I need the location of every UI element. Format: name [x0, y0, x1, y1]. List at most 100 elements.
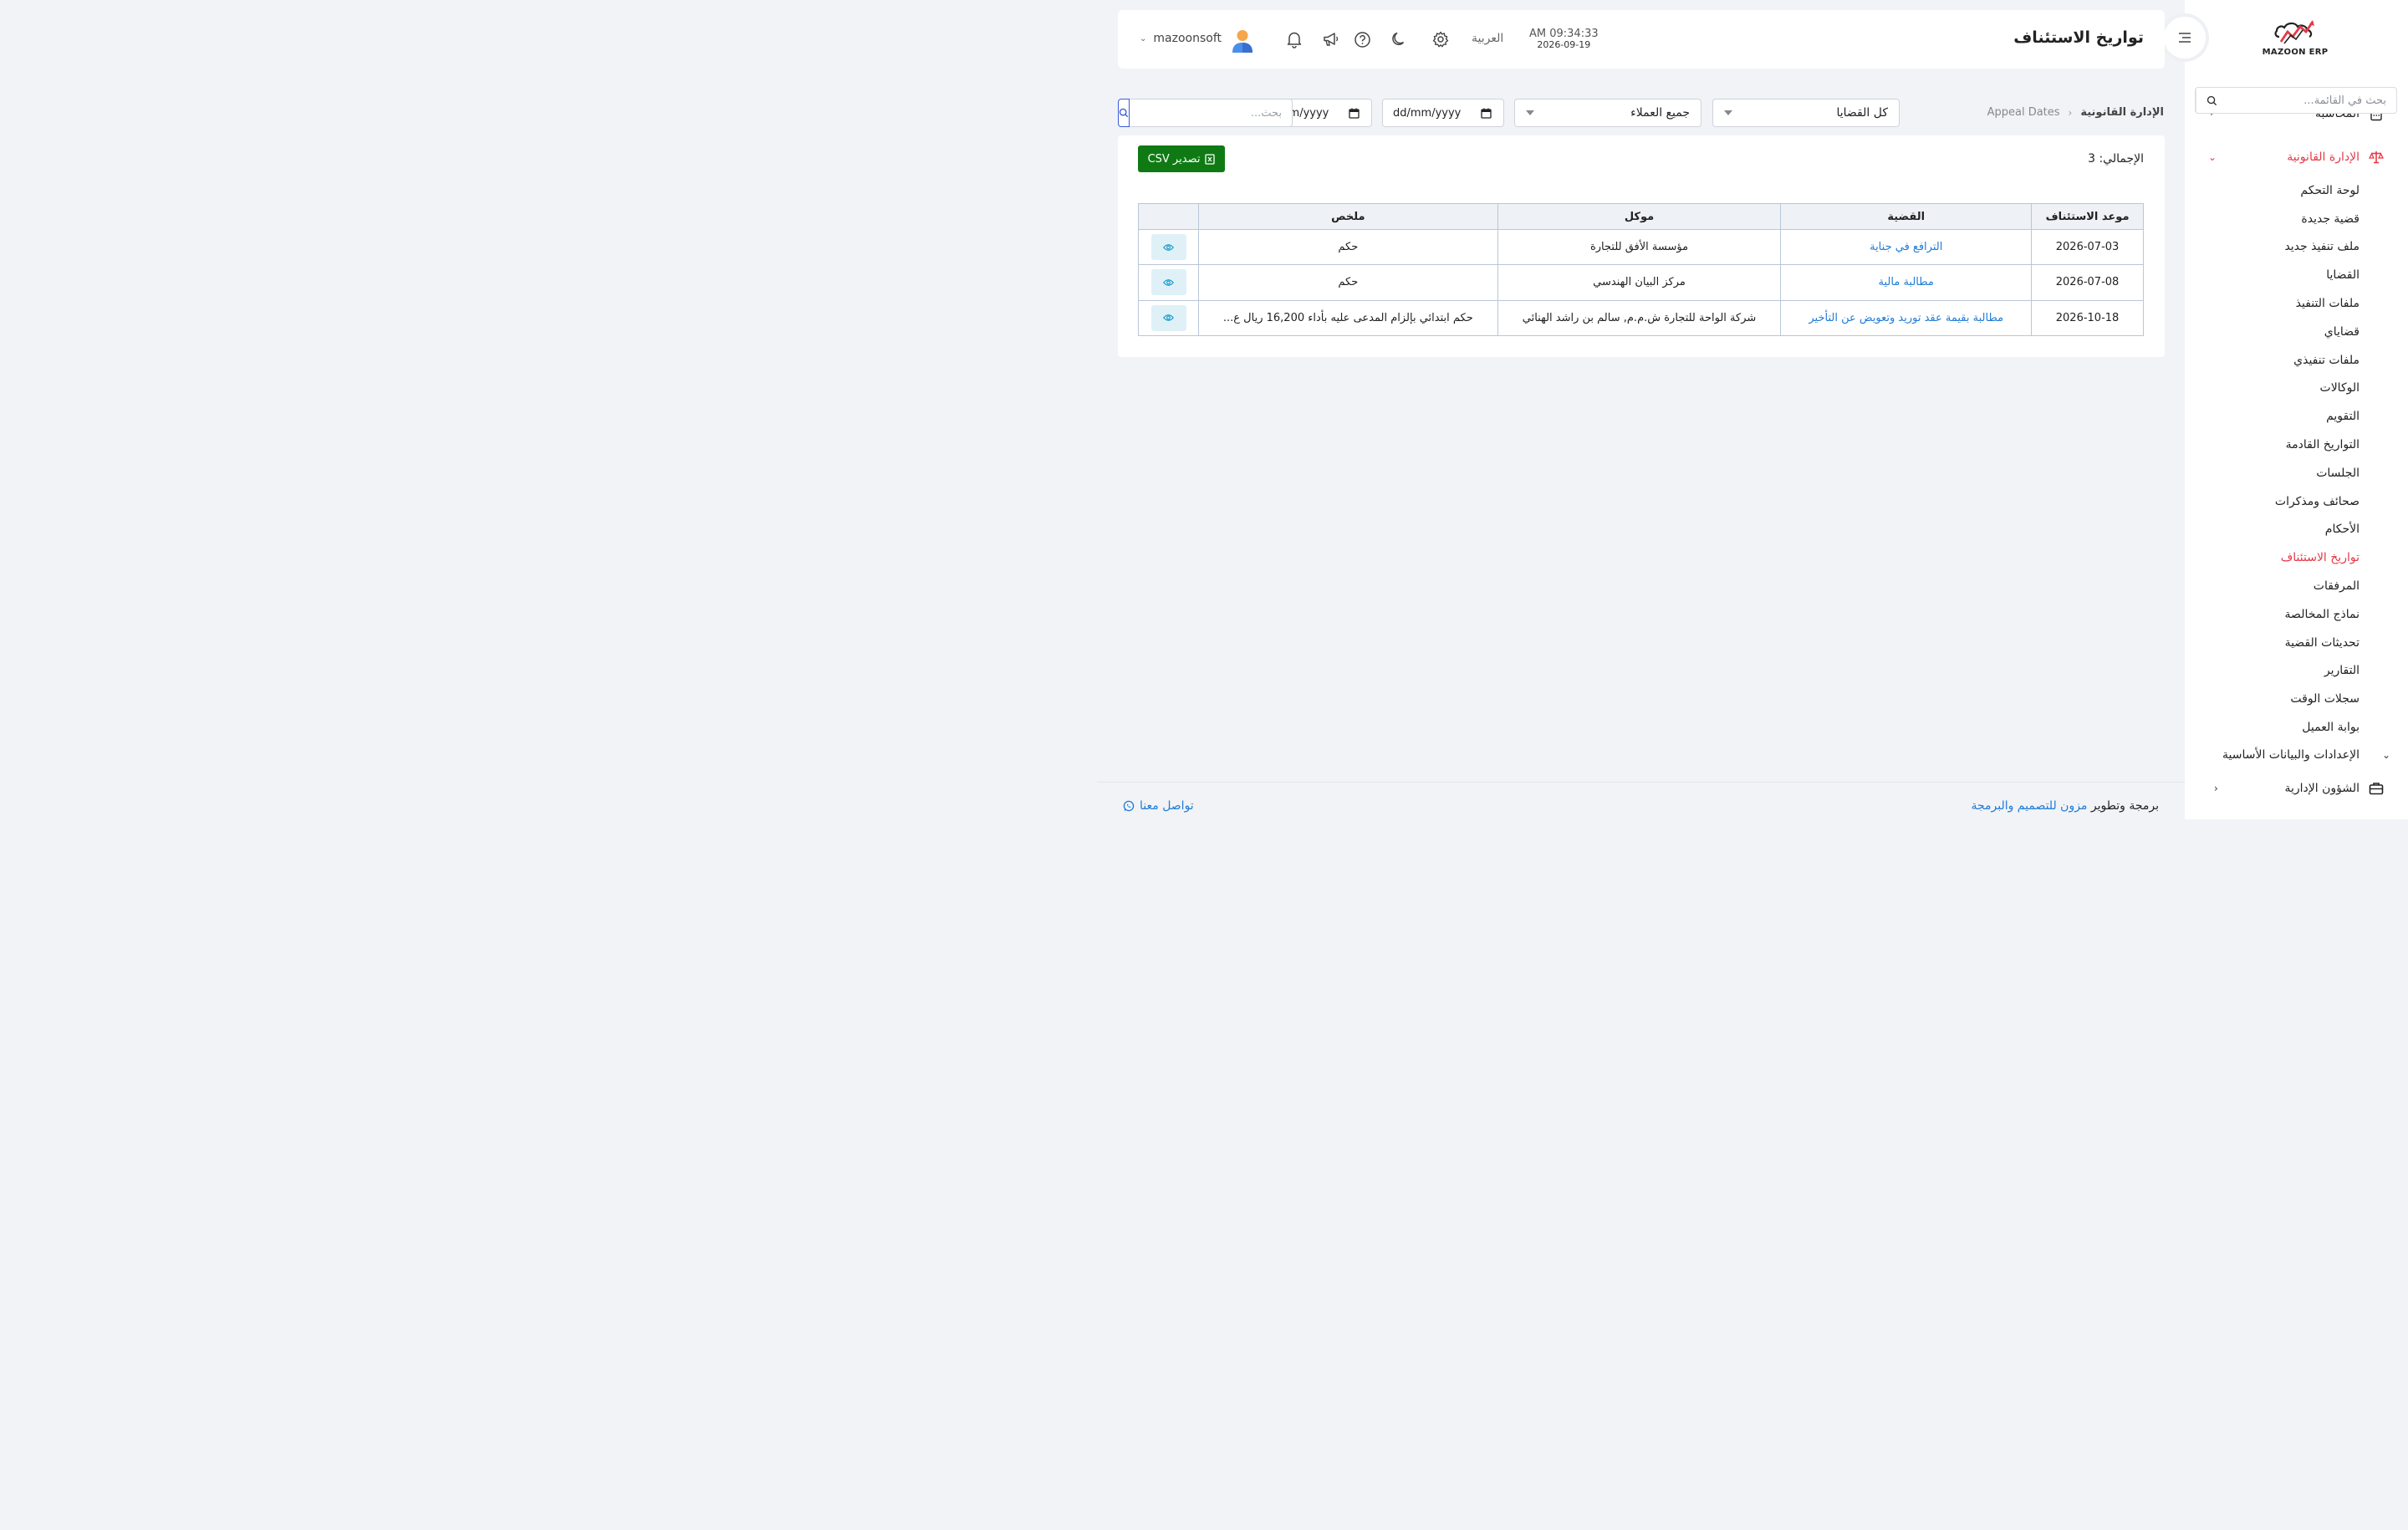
top-header: تواريخ الاستئناف AM 09:34:33 2026-09-19 …: [1118, 10, 2165, 69]
sidebar-subitem[interactable]: التواريخ القادمة: [2185, 431, 2408, 459]
logo-icon: [2274, 20, 2314, 44]
sidebar-group-legal[interactable]: الإدارة القانونية ⌄: [2185, 147, 2408, 167]
client-cell: مؤسسة الأفق للتجارة: [1497, 228, 1782, 266]
case-cell: الترافع في جناية: [1780, 228, 2033, 266]
sidebar-subitem[interactable]: صحائف ومذكرات: [2185, 487, 2408, 516]
summary-cell: حكم: [1198, 228, 1498, 266]
sidebar-item-label: المحاسبة: [2314, 114, 2360, 120]
appeal-date-cell: 2026-07-08: [2031, 264, 2144, 301]
sidebar-subitem[interactable]: قضاياي: [2185, 318, 2408, 346]
breadcrumb-current: Appeal Dates: [1987, 106, 2060, 119]
clients-select[interactable]: جميع العملاء: [1514, 99, 1701, 127]
avatar[interactable]: [1231, 28, 1254, 54]
eye-icon: [1163, 279, 1174, 286]
search-button[interactable]: [1118, 99, 1130, 127]
sidebar-group-settings[interactable]: الإعدادات والبيانات الأساسية ⌄: [2185, 745, 2408, 765]
column-header[interactable]: ملخص: [1198, 203, 1498, 230]
chevron-down-icon: ⌄: [2382, 749, 2391, 761]
logo-text: MAZOON ERP: [2262, 48, 2329, 57]
megaphone-icon[interactable]: [1321, 29, 1341, 49]
sidebar-subitem[interactable]: ملف تنفيذ جديد: [2185, 233, 2408, 262]
actions-cell: [1138, 299, 1199, 336]
calculator-icon: [2369, 114, 2384, 122]
sidebar-subitem[interactable]: التقويم: [2185, 402, 2408, 431]
footer-credit-prefix: برمجة وتطوير: [2090, 799, 2159, 813]
date-to-input[interactable]: dd/mm/yyyy: [1382, 99, 1504, 127]
user-menu[interactable]: ⌄ mazoonsoft: [1140, 32, 1222, 45]
sidebar-search-input[interactable]: [2227, 94, 2396, 107]
eye-icon: [1163, 243, 1174, 251]
total-count: الإجمالي: 3: [2088, 152, 2144, 166]
sidebar-item-accounting[interactable]: المحاسبة ‹: [2185, 114, 2408, 127]
column-header[interactable]: القضية: [1780, 203, 2033, 230]
sidebar-subitem[interactable]: القضايا: [2185, 261, 2408, 289]
username: mazoonsoft: [1153, 32, 1222, 45]
table-body: 2026-07-03 الترافع في جناية مؤسسة الأفق لل…: [1138, 228, 2144, 336]
table-row: 2026-10-18 مطالبة بقيمة عقد توريد وتعويض …: [1138, 299, 2144, 336]
search-icon: [1119, 108, 1129, 118]
appeal-date-cell: 2026-10-18: [2031, 299, 2144, 336]
search-input[interactable]: [1130, 99, 1293, 127]
appeal-date-cell: 2026-07-03: [2031, 228, 2144, 266]
sidebar-subitem[interactable]: ملفات التنفيذ: [2185, 289, 2408, 318]
sidebar-toggle-button[interactable]: [2164, 17, 2206, 59]
sidebar-subitem[interactable]: التقارير: [2185, 657, 2408, 686]
sidebar-subitem[interactable]: ملفات تنفيذي: [2185, 346, 2408, 375]
page-title: تواريخ الاستئناف: [2013, 28, 2144, 47]
view-button[interactable]: [1150, 304, 1186, 331]
breadcrumb-parent[interactable]: الإدارة القانونية: [2080, 106, 2164, 119]
column-header[interactable]: موعد الاستئناف: [2031, 203, 2144, 230]
sidebar-subitem[interactable]: تحديثات القضية: [2185, 629, 2408, 657]
sidebar-group-label: الإعدادات والبيانات الأساسية: [2222, 748, 2360, 762]
table-header-row: موعد الاستئناف القضية موكل ملخص: [1138, 203, 2144, 230]
case-link[interactable]: مطالبة مالية: [1879, 276, 1934, 288]
search-icon[interactable]: [2196, 88, 2227, 113]
sidebar-subitem[interactable]: المرفقات: [2185, 572, 2408, 600]
case-link[interactable]: الترافع في جناية: [1870, 241, 1942, 253]
sidebar-subitem[interactable]: تواريخ الاستئناف: [2185, 543, 2408, 572]
sidebar-subitem[interactable]: قضية جديدة: [2185, 205, 2408, 233]
export-csv-button[interactable]: تصدير CSV: [1138, 145, 1225, 172]
language-switcher[interactable]: العربية: [1472, 32, 1503, 45]
sidebar-group-admin[interactable]: الشؤون الإدارية ‹: [2185, 778, 2408, 798]
caret-down-icon: [1724, 110, 1732, 115]
scales-icon: [2369, 150, 2384, 165]
legal-submenu: لوحة التحكم قضية جديدة ملف تنفيذ جديد القضا…: [2185, 176, 2408, 742]
view-button[interactable]: [1150, 269, 1186, 296]
clients-select-value: جميع العملاء: [1630, 106, 1690, 120]
calendar-icon: [1349, 108, 1360, 119]
file-excel-icon: [1205, 153, 1216, 165]
footer-credit-link[interactable]: مزون للتصميم والبرمجة: [1971, 799, 2087, 813]
chevron-left-icon: ‹: [2210, 114, 2214, 119]
contact-us-link[interactable]: تواصل معنا: [1123, 799, 1194, 813]
date-placeholder: dd/mm/yyyy: [1393, 106, 1462, 120]
case-cell: مطالبة مالية: [1780, 264, 2033, 301]
footer-divider: [1097, 782, 2185, 783]
sidebar-subitem[interactable]: لوحة التحكم: [2185, 176, 2408, 205]
eye-icon: [1163, 314, 1174, 322]
help-icon[interactable]: [1352, 29, 1372, 49]
view-button[interactable]: [1150, 234, 1186, 261]
sidebar-subitem[interactable]: الأحكام: [2185, 516, 2408, 544]
clock-date: 2026-09-19: [1537, 38, 1591, 50]
contact-label: تواصل معنا: [1140, 799, 1194, 813]
moon-icon[interactable]: [1389, 29, 1409, 49]
sidebar-subitem[interactable]: سجلات الوقت: [2185, 685, 2408, 713]
chevron-down-icon: ⌄: [1140, 33, 1147, 43]
calendar-icon: [1481, 108, 1492, 119]
summary-cell: حكم ابتدائي بإلزام المدعى عليه بأداء 16,…: [1198, 299, 1498, 336]
case-link[interactable]: مطالبة بقيمة عقد توريد وتعويض عن التأخير: [1809, 312, 2003, 324]
sidebar-subitem[interactable]: الوكالات: [2185, 375, 2408, 403]
actions-cell: [1138, 264, 1199, 301]
sidebar-subitem[interactable]: نماذج المخالصة: [2185, 600, 2408, 629]
column-header[interactable]: موكل: [1497, 203, 1782, 230]
bell-icon[interactable]: [1284, 29, 1304, 49]
settings-icon[interactable]: [1431, 29, 1451, 49]
sidebar-subitem[interactable]: بوابة العميل: [2185, 713, 2408, 742]
cases-select[interactable]: كل القضايا: [1712, 99, 1900, 127]
client-cell: مركز البيان الهندسي: [1497, 264, 1782, 301]
sidebar-search: [2195, 87, 2397, 114]
export-csv-label: تصدير CSV: [1147, 152, 1201, 166]
sidebar-subitem[interactable]: الجلسات: [2185, 459, 2408, 487]
logo[interactable]: MAZOON ERP: [2262, 18, 2329, 62]
